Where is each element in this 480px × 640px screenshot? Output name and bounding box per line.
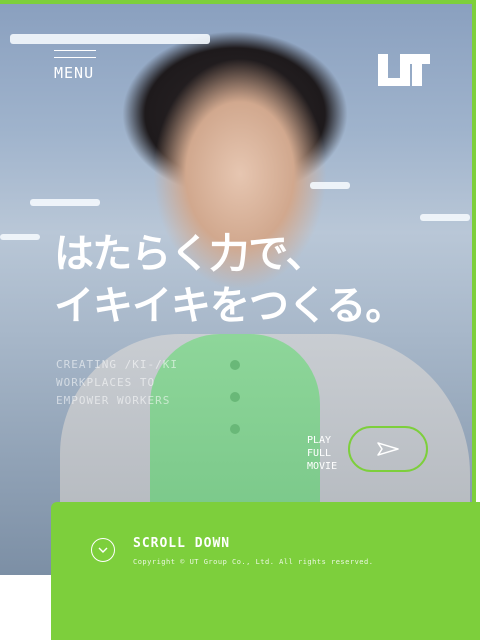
menu-line xyxy=(54,57,96,58)
chevron-down-icon xyxy=(98,547,108,553)
scroll-panel: SCROLL DOWN Copyright © UT Group Co., Lt… xyxy=(51,502,480,640)
movie-label-line: MOVIE xyxy=(307,461,338,472)
copyright-text: Copyright © UT Group Co., Ltd. All right… xyxy=(133,558,374,566)
movie-label-line: FULL xyxy=(307,448,332,459)
play-arrow-icon xyxy=(377,442,399,456)
shirt-button xyxy=(230,424,240,434)
play-movie-button[interactable] xyxy=(348,426,428,472)
ceiling-light xyxy=(0,234,40,240)
hero-subtitle: CREATING /KI-/KI WORKPLACES TO EMPOWER W… xyxy=(56,356,256,410)
ut-logo[interactable] xyxy=(376,52,430,88)
hero-subtitle-line: CREATING /KI-/KI WORKPLACES TO xyxy=(56,358,178,389)
ceiling-light xyxy=(420,214,470,221)
hero-title-line: はたらく力で、 xyxy=(54,231,326,277)
movie-label-line: PLAY xyxy=(307,435,332,446)
hero-title: はたらく力で、 イキイキをつくる。 xyxy=(54,228,405,332)
scroll-down-button[interactable] xyxy=(91,538,115,562)
menu-label: MENU xyxy=(54,64,95,82)
hero-subtitle-line: EMPOWER WORKERS xyxy=(56,394,171,407)
menu-button[interactable]: MENU xyxy=(54,50,96,82)
menu-line xyxy=(54,50,96,51)
scroll-down-label[interactable]: SCROLL DOWN xyxy=(133,536,230,551)
ceiling-light xyxy=(10,34,210,44)
play-movie-label: PLAY FULL MOVIE xyxy=(307,434,337,473)
hero-title-line: イキイキをつくる。 xyxy=(54,283,405,329)
ceiling-light xyxy=(30,199,100,206)
ceiling-light xyxy=(310,182,350,189)
